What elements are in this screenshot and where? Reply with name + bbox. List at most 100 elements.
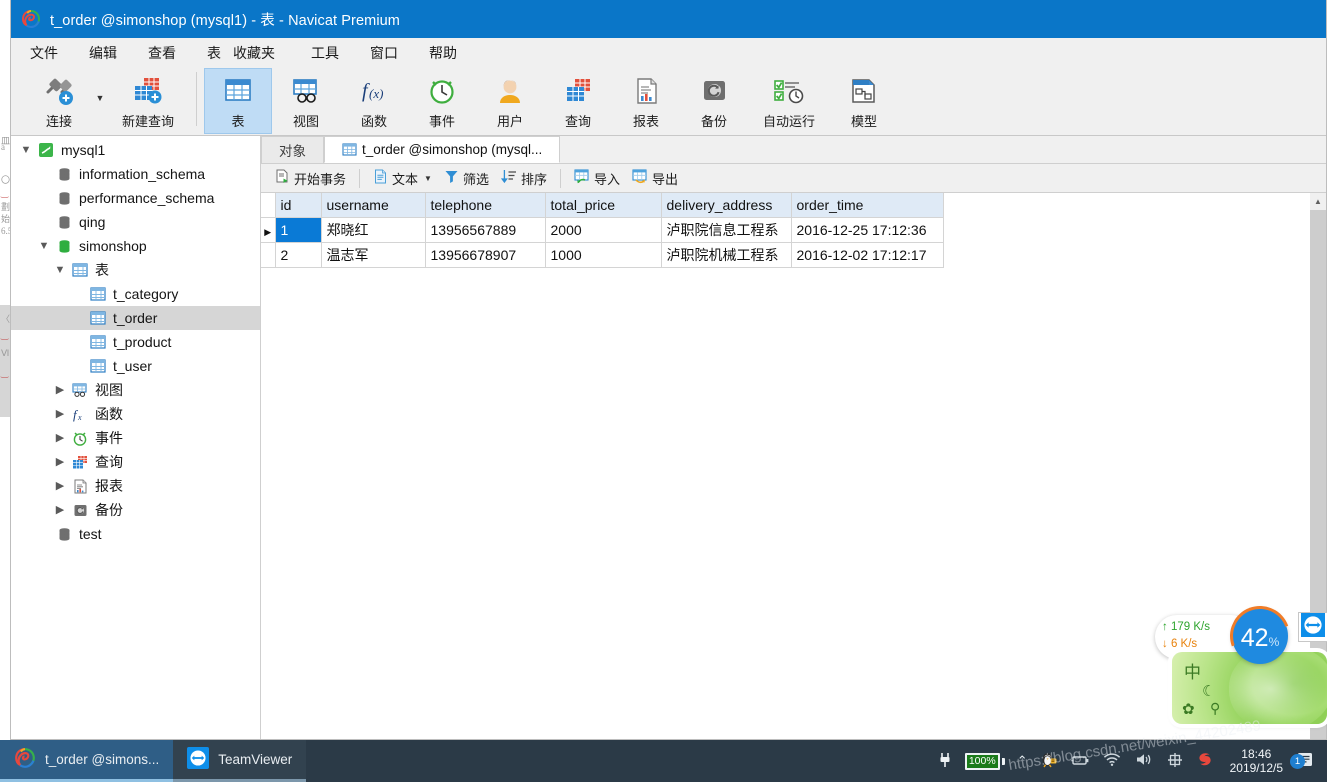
cell-id[interactable]: 1 <box>275 217 322 243</box>
menu-view[interactable]: 查看 <box>137 39 187 67</box>
toolbar-query-button[interactable]: 查询 <box>544 68 612 134</box>
sidebar-item-views[interactable]: ▶ 视图 <box>11 378 260 402</box>
chevron-down-icon[interactable]: ▼ <box>35 240 53 252</box>
pin-icon[interactable]: ⚲ <box>1210 700 1220 717</box>
toolbar-view-button[interactable]: 视图 <box>272 68 340 134</box>
import-button[interactable]: 导入 <box>568 167 626 190</box>
taskbar-teamviewer[interactable]: TeamViewer <box>173 740 307 782</box>
column-header-telephone[interactable]: telephone <box>425 193 546 218</box>
ime-mode-chinese[interactable]: 中 <box>1184 658 1201 683</box>
cell-delivery-address[interactable]: 泸职院信息工程系 <box>661 217 792 243</box>
volume-icon[interactable] <box>1134 752 1154 770</box>
cell-order-time[interactable]: 2016-12-25 17:12:36 <box>791 217 944 243</box>
cpu-usage-widget[interactable]: 42 % <box>1220 596 1300 676</box>
toolbar-automation-button[interactable]: 自动运行 <box>748 68 830 134</box>
cell-delivery-address[interactable]: 泸职院机械工程系 <box>661 242 792 268</box>
cell-username[interactable]: 温志军 <box>321 242 426 268</box>
sidebar-item-qing[interactable]: qing <box>11 210 260 234</box>
taskbar-clock[interactable]: 18:46 2019/12/5 <box>1226 747 1283 775</box>
sidebar-item-t-order[interactable]: t_order <box>11 306 260 330</box>
column-header-order-time[interactable]: order_time <box>791 193 944 218</box>
power-plug-icon[interactable] <box>937 752 953 771</box>
sidebar-item-backups[interactable]: ▶ 备份 <box>11 498 260 522</box>
sidebar-item-information-schema[interactable]: information_schema <box>11 162 260 186</box>
cell-username[interactable]: 郑晓红 <box>321 217 426 243</box>
battery-icon[interactable] <box>1070 753 1090 770</box>
tab-t-order[interactable]: t_order @simonshop (mysql... <box>324 136 561 163</box>
chevron-right-icon[interactable]: ▶ <box>51 504 69 516</box>
sidebar-item-queries[interactable]: ▶ 查询 <box>11 450 260 474</box>
chevron-right-icon[interactable]: ▶ <box>51 432 69 444</box>
cell-total-price[interactable]: 1000 <box>545 242 662 268</box>
taskbar-item-label: t_order @simons... <box>45 752 160 767</box>
sidebar-item-t-category[interactable]: t_category <box>11 282 260 306</box>
column-header-id[interactable]: id <box>275 193 322 218</box>
connection-dropdown-caret-icon[interactable]: ▼ <box>93 68 107 128</box>
menu-favorites[interactable]: 收藏夹 <box>229 39 286 67</box>
chevron-right-icon[interactable]: ▶ <box>51 456 69 468</box>
toolbar-new-query-button[interactable]: 新建查询 <box>107 68 189 134</box>
chevron-down-icon[interactable]: ▼ <box>51 264 69 276</box>
column-header-username[interactable]: username <box>321 193 426 218</box>
toolbar-table-button[interactable]: 表 <box>204 68 272 134</box>
column-header-total-price[interactable]: total_price <box>545 193 662 218</box>
data-grid[interactable]: id username telephone total_price delive… <box>261 193 1326 739</box>
cell-telephone[interactable]: 13956678907 <box>425 242 546 268</box>
toolbar-connection-button[interactable]: 连接 <box>25 68 93 134</box>
export-button[interactable]: 导出 <box>626 167 684 190</box>
sidebar-item-performance-schema[interactable]: performance_schema <box>11 186 260 210</box>
sidebar-item-events[interactable]: ▶ 事件 <box>11 426 260 450</box>
toolbar-report-button[interactable]: 报表 <box>612 68 680 134</box>
teamviewer-float-button[interactable] <box>1298 612 1327 642</box>
moon-icon[interactable]: ☾ <box>1202 682 1215 700</box>
toolbar-function-button[interactable]: f (x) 函数 <box>340 68 408 134</box>
sort-button[interactable]: 排序 <box>495 167 553 190</box>
filter-button[interactable]: 筛选 <box>438 167 495 190</box>
toolbar-event-button[interactable]: 事件 <box>408 68 476 134</box>
show-hidden-icons-chevron-icon[interactable]: ⌃ <box>1017 753 1028 769</box>
sidebar-item-t-product[interactable]: t_product <box>11 330 260 354</box>
sidebar-item-functions[interactable]: ▶ fx 函数 <box>11 402 260 426</box>
sidebar-item-simonshop[interactable]: ▼ simonshop <box>11 234 260 258</box>
chevron-right-icon[interactable]: ▶ <box>51 384 69 396</box>
toolbar-user-button[interactable]: 用户 <box>476 68 544 134</box>
chevron-right-icon[interactable]: ▶ <box>51 408 69 420</box>
sidebar-item-tables-folder[interactable]: ▼ 表 <box>11 258 260 282</box>
scroll-up-arrow-icon[interactable]: ▲ <box>1310 193 1326 210</box>
cell-order-time[interactable]: 2016-12-02 17:12:17 <box>791 242 944 268</box>
menu-tools[interactable]: 工具 <box>300 39 350 67</box>
sidebar-item-t-user[interactable]: t_user <box>11 354 260 378</box>
cell-telephone[interactable]: 13956567889 <box>425 217 546 243</box>
sidebar-item-mysql1[interactable]: ▼ mysql1 <box>11 138 260 162</box>
toolbar-backup-button[interactable]: 备份 <box>680 68 748 134</box>
menu-help[interactable]: 帮助 <box>418 39 468 67</box>
table-row[interactable]: 2 温志军 13956678907 1000 泸职院机械工程系 2016-12-… <box>261 242 944 268</box>
qq-penguin-icon[interactable] <box>1040 751 1058 772</box>
column-header-delivery-address[interactable]: delivery_address <box>661 193 792 218</box>
cell-total-price[interactable]: 2000 <box>545 217 662 243</box>
input-method-icon[interactable] <box>1166 752 1184 771</box>
chevron-down-icon[interactable]: ▼ <box>424 174 432 183</box>
chevron-right-icon[interactable]: ▶ <box>51 480 69 492</box>
tab-objects[interactable]: 对象 <box>261 136 324 163</box>
action-center-icon[interactable]: 1 <box>1290 751 1315 772</box>
menu-file[interactable]: 文件 <box>19 39 69 67</box>
menu-table[interactable]: 表 <box>196 39 227 67</box>
sidebar-item-test[interactable]: test <box>11 522 260 546</box>
cell-id[interactable]: 2 <box>275 242 322 268</box>
sidebar-item-reports[interactable]: ▶ 报表 <box>11 474 260 498</box>
text-button[interactable]: 文本 ▼ <box>367 167 438 190</box>
begin-transaction-button[interactable]: 开始事务 <box>269 167 352 190</box>
menu-window[interactable]: 窗口 <box>359 39 409 67</box>
table-row[interactable]: ▶ 1 郑晓红 13956567889 2000 泸职院信息工程系 2016-1… <box>261 217 944 243</box>
taskbar-navicat[interactable]: t_order @simons... <box>0 740 174 782</box>
gear-icon[interactable]: ✿ <box>1182 700 1195 718</box>
battery-indicator[interactable]: 100% <box>964 752 1005 770</box>
sogou-icon[interactable] <box>1196 751 1214 772</box>
wifi-icon[interactable] <box>1102 752 1122 770</box>
menu-edit[interactable]: 编辑 <box>78 39 128 67</box>
toolbar-model-button[interactable]: 模型 <box>830 68 898 134</box>
grid-toolbar-label: 排序 <box>520 171 547 187</box>
chevron-down-icon[interactable]: ▼ <box>17 144 35 156</box>
navigation-pane[interactable]: ▼ mysql1 information_schema performance_… <box>11 136 261 739</box>
